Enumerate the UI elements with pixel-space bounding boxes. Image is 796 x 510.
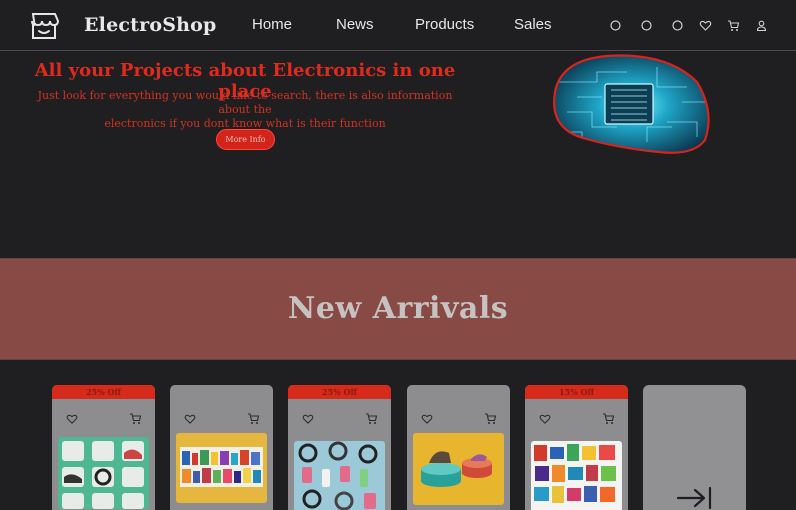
top-navbar: ElectroShop Home News Products Sales <box>0 0 796 51</box>
product-image <box>531 441 622 510</box>
nav-products[interactable]: Products <box>415 16 474 33</box>
new-arrivals-title: New Arrivals <box>287 291 509 326</box>
store-logo-icon[interactable] <box>28 10 60 42</box>
cart-icon[interactable] <box>727 19 740 32</box>
nav-news[interactable]: News <box>336 16 374 33</box>
heart-icon[interactable] <box>66 413 78 425</box>
nav-sales[interactable]: Sales <box>514 16 552 33</box>
user-icon[interactable] <box>755 19 768 32</box>
heart-icon[interactable] <box>184 413 196 425</box>
heart-icon[interactable] <box>421 413 433 425</box>
product-card[interactable] <box>170 385 273 510</box>
more-info-button[interactable]: More Info <box>216 129 275 150</box>
discount-badge: 25% Off <box>52 385 155 399</box>
arrow-right-to-bar-icon[interactable] <box>676 485 714 510</box>
circuit-board-image <box>553 54 710 154</box>
cart-icon[interactable] <box>365 412 378 425</box>
product-image <box>176 433 267 503</box>
product-card[interactable] <box>407 385 510 510</box>
product-image <box>294 441 385 510</box>
product-card[interactable]: 25% Off <box>52 385 155 510</box>
cart-icon[interactable] <box>602 412 615 425</box>
product-card[interactable]: 25% Off <box>288 385 391 510</box>
hero-subtitle: Just look for everything you would like … <box>20 89 470 131</box>
circle-icon[interactable] <box>640 19 653 32</box>
cart-icon[interactable] <box>247 412 260 425</box>
cart-icon[interactable] <box>129 412 142 425</box>
discount-badge: 25% Off <box>288 385 391 399</box>
view-more-card[interactable] <box>643 385 746 510</box>
nav-home[interactable]: Home <box>252 16 292 33</box>
product-image <box>58 437 149 509</box>
circle-icon[interactable] <box>609 19 622 32</box>
circle-icon[interactable] <box>671 19 684 32</box>
product-card[interactable]: 15% Off <box>525 385 628 510</box>
heart-icon[interactable] <box>302 413 314 425</box>
new-arrivals-banner: New Arrivals <box>0 258 796 360</box>
cart-icon[interactable] <box>484 412 497 425</box>
heart-icon[interactable] <box>699 19 712 32</box>
brand-name[interactable]: ElectroShop <box>84 14 217 36</box>
heart-icon[interactable] <box>539 413 551 425</box>
discount-badge: 15% Off <box>525 385 628 399</box>
hero-subtitle-line-1: Just look for everything you would like … <box>37 89 453 116</box>
product-image <box>413 433 504 505</box>
